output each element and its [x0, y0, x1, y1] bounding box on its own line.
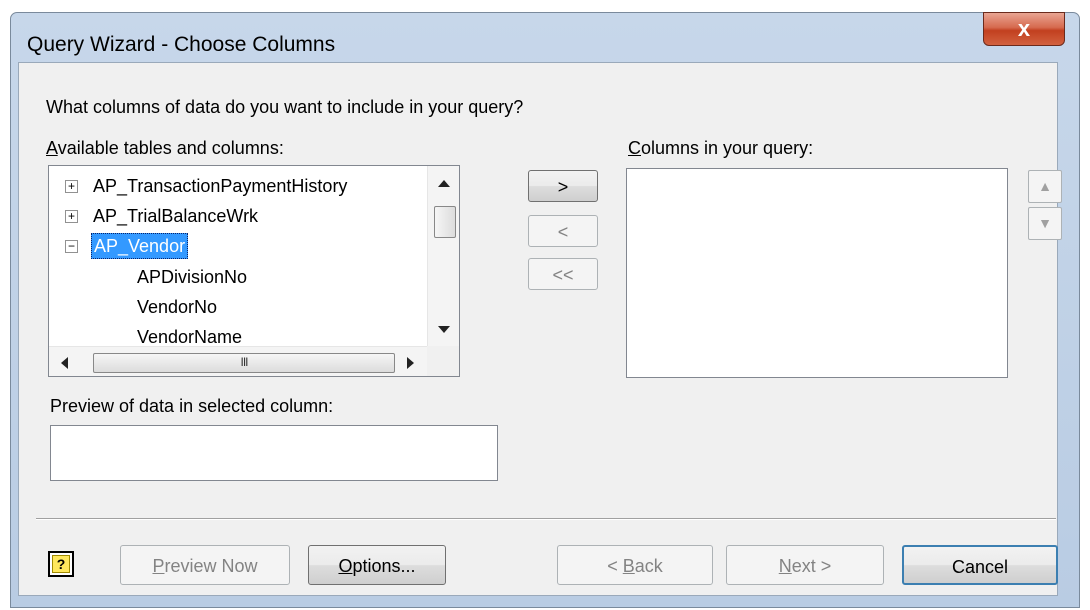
tree-item-label: AP_TransactionPaymentHistory	[93, 176, 348, 196]
add-column-button[interactable]: >	[528, 170, 598, 202]
prompt-text: What columns of data do you want to incl…	[46, 97, 524, 117]
query-columns-label: Columns in your query:	[628, 138, 814, 158]
scroll-down-arrow-icon[interactable]	[438, 326, 450, 333]
move-down-button[interactable]: ▼	[1028, 207, 1062, 240]
preview-field	[50, 425, 498, 481]
tree-item[interactable]: APDivisionNo	[137, 263, 247, 291]
tree-item[interactable]: VendorNo	[137, 293, 217, 321]
scroll-thumb[interactable]	[434, 206, 456, 238]
move-up-button[interactable]: ▲	[1028, 170, 1062, 203]
horizontal-scrollbar[interactable]: III	[49, 346, 427, 376]
help-icon[interactable]: ?	[48, 551, 74, 577]
scroll-right-arrow-icon[interactable]	[407, 357, 414, 369]
preview-label: Preview of data in selected column:	[50, 396, 334, 416]
scroll-up-arrow-icon[interactable]	[438, 180, 450, 187]
available-columns-tree[interactable]: + AP_TransactionPaymentHistory + AP_Tria…	[48, 165, 460, 377]
back-button[interactable]: < Back	[557, 545, 713, 585]
available-columns-label: Available tables and columns:	[46, 138, 284, 158]
collapse-icon[interactable]: −	[65, 240, 78, 253]
scroll-left-arrow-icon[interactable]	[61, 357, 68, 369]
cancel-button[interactable]: Cancel	[902, 545, 1058, 585]
scrollbar-corner	[427, 346, 459, 376]
expand-icon[interactable]: +	[65, 180, 78, 193]
expand-icon[interactable]: +	[65, 210, 78, 223]
tree-item-label: AP_Vendor	[91, 233, 189, 259]
next-button[interactable]: Next >	[726, 545, 884, 585]
tree-item-label: AP_TrialBalanceWrk	[93, 206, 259, 226]
remove-column-button[interactable]: <	[528, 215, 598, 247]
query-columns-list[interactable]	[626, 168, 1008, 378]
separator	[36, 518, 1056, 520]
options-button[interactable]: Options...	[308, 545, 446, 585]
window-title: Query Wizard - Choose Columns	[27, 33, 336, 56]
close-button[interactable]: x	[983, 12, 1065, 46]
preview-now-button[interactable]: Preview Now	[120, 545, 290, 585]
remove-all-columns-button[interactable]: <<	[528, 258, 598, 290]
horizontal-scroll-thumb[interactable]: III	[93, 353, 395, 373]
vertical-scrollbar[interactable]	[427, 166, 459, 346]
